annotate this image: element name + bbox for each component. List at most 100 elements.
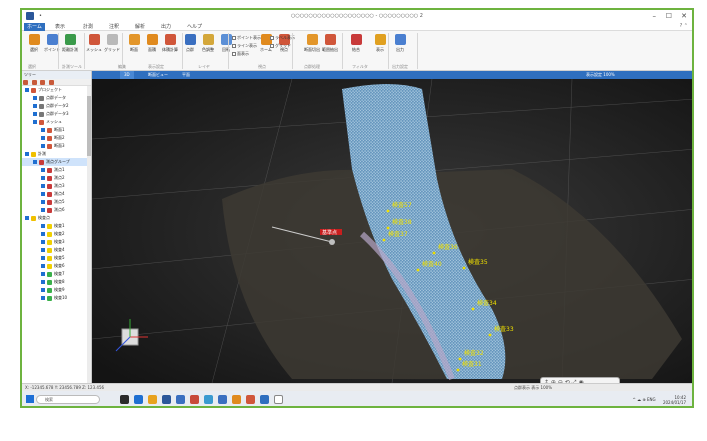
tree-visibility-checkbox[interactable]	[41, 184, 45, 188]
app-taskbar-icon[interactable]	[232, 395, 241, 404]
store-icon[interactable]	[176, 395, 185, 404]
tree-item[interactable]: 検査6	[22, 262, 91, 270]
tree-item[interactable]: 測点6	[22, 206, 91, 214]
inspection-point[interactable]	[432, 251, 436, 255]
cut-button[interactable]: 断面切出	[304, 34, 320, 53]
tree-item[interactable]: 検査10	[22, 294, 91, 302]
tree-visibility-checkbox[interactable]	[25, 216, 29, 220]
inspection-point[interactable]	[416, 268, 420, 272]
tree-item[interactable]: 検査点	[22, 214, 91, 222]
tree-visibility-checkbox[interactable]	[41, 208, 45, 212]
tree-visibility-checkbox[interactable]	[33, 104, 37, 108]
start-button[interactable]	[26, 395, 34, 403]
tree-item[interactable]: 計測	[22, 150, 91, 158]
tree-item[interactable]: 検査2	[22, 230, 91, 238]
app-taskbar-icon[interactable]	[218, 395, 227, 404]
inspection-label[interactable]: 検査37	[388, 230, 408, 238]
close-button[interactable]: ✕	[681, 12, 687, 20]
system-tray[interactable]: ^ ☁ ⊕ ENG 10:42 2024/01/17	[633, 395, 686, 405]
tab-analysis[interactable]: 解析	[132, 23, 148, 31]
tree-visibility-checkbox[interactable]	[41, 264, 45, 268]
tree-item[interactable]: 検査5	[22, 254, 91, 262]
app-taskbar-icon[interactable]	[162, 395, 171, 404]
tree-item[interactable]: 検査4	[22, 246, 91, 254]
app-taskbar-icon[interactable]	[190, 395, 199, 404]
display-checkbox[interactable]: ポイント表示	[232, 35, 261, 41]
inspection-label[interactable]: 検査31	[462, 360, 482, 368]
tree-item[interactable]: 点群データ3	[22, 110, 91, 118]
inspection-point[interactable]	[386, 209, 390, 213]
tab-home[interactable]: ホーム	[24, 23, 45, 31]
tree-visibility-checkbox[interactable]	[41, 168, 45, 172]
inspection-label[interactable]: 検査33	[494, 325, 514, 333]
section-button[interactable]: 断面	[126, 34, 142, 53]
tray-icons[interactable]: ^ ☁ ⊕ ENG	[633, 397, 656, 402]
tree-item[interactable]: 点群データ2	[22, 102, 91, 110]
tree-visibility-checkbox[interactable]	[41, 136, 45, 140]
tree-item[interactable]: 測点1	[22, 166, 91, 174]
tree-visibility-checkbox[interactable]	[41, 128, 45, 132]
minimize-button[interactable]: –	[653, 12, 657, 20]
tree-visibility-checkbox[interactable]	[41, 256, 45, 260]
tree-visibility-checkbox[interactable]	[33, 120, 37, 124]
tab-annotate[interactable]: 注釈	[106, 23, 122, 31]
inspection-point[interactable]	[471, 307, 475, 311]
tree-tool-icon[interactable]	[31, 80, 37, 85]
inspection-point[interactable]	[386, 226, 390, 230]
tree-item[interactable]: 点群データ	[22, 94, 91, 102]
explorer-icon[interactable]	[148, 395, 157, 404]
app-taskbar-icon[interactable]	[274, 395, 283, 404]
edge-icon[interactable]	[134, 395, 143, 404]
grid-button[interactable]: グリッド	[104, 34, 120, 53]
tree-visibility-checkbox[interactable]	[41, 248, 45, 252]
color-button[interactable]: 色調整	[200, 34, 216, 53]
tree-item[interactable]: プロジェクト	[22, 86, 91, 94]
task-view-icon[interactable]	[120, 395, 129, 404]
mesh-button[interactable]: メッシュ	[86, 34, 102, 53]
tab-view[interactable]: 表示	[52, 23, 68, 31]
tree-tool-icon[interactable]	[40, 80, 46, 85]
tree-item[interactable]: 測点4	[22, 190, 91, 198]
volume-button[interactable]: 体積計算	[162, 34, 178, 53]
tree-item[interactable]: メッシュ	[22, 118, 91, 126]
inspection-point[interactable]	[462, 266, 466, 270]
taskbar-search[interactable]: 検索	[36, 395, 100, 404]
tree-visibility-checkbox[interactable]	[41, 280, 45, 284]
tree-item[interactable]: 検査8	[22, 278, 91, 286]
area-button[interactable]: 面積	[144, 34, 160, 53]
tree-visibility-checkbox[interactable]	[33, 112, 37, 116]
inspection-label[interactable]: 検査35	[468, 258, 488, 266]
viewport-toolbar[interactable]: 表示設定 100%	[586, 71, 692, 79]
tree-item[interactable]: 断面3	[22, 142, 91, 150]
tab-output[interactable]: 出力	[158, 23, 174, 31]
clock[interactable]: 10:42 2024/01/17	[663, 395, 686, 405]
select-button[interactable]: 選択	[26, 34, 42, 53]
app-taskbar-icon[interactable]	[260, 395, 269, 404]
inspection-label[interactable]: 検査32	[464, 349, 484, 357]
ribbon-help[interactable]: ? ⌃	[680, 23, 688, 29]
tree-visibility-checkbox[interactable]	[41, 240, 45, 244]
merge-button[interactable]: 結合	[348, 34, 364, 53]
tree-visibility-checkbox[interactable]	[33, 96, 37, 100]
tree-item[interactable]: 測点2	[22, 174, 91, 182]
inspection-label[interactable]: 検査40	[422, 260, 442, 268]
tree-visibility-checkbox[interactable]	[41, 296, 45, 300]
app-taskbar-icon[interactable]	[246, 395, 255, 404]
tree-visibility-checkbox[interactable]	[25, 88, 29, 92]
display-button[interactable]: 表示	[372, 34, 388, 53]
tab-measure[interactable]: 計測	[80, 23, 96, 31]
tree-item[interactable]: 測点3	[22, 182, 91, 190]
inspection-label[interactable]: 検査36	[438, 243, 458, 251]
point-cloud-scene[interactable]: 基準点 検査57 検査38 検査37 検査36 検査40 検査35 検査34 検査33 検査32…	[92, 79, 694, 383]
inspection-point[interactable]	[382, 238, 386, 242]
tree-item[interactable]: 断面2	[22, 134, 91, 142]
tree-visibility-checkbox[interactable]	[41, 232, 45, 236]
export-button[interactable]: 出力	[392, 34, 408, 53]
inspection-label[interactable]: 検査34	[477, 299, 497, 307]
tree-visibility-checkbox[interactable]	[25, 152, 29, 156]
inspection-point[interactable]	[456, 368, 460, 372]
tree-item[interactable]: 測点5	[22, 198, 91, 206]
extract-button[interactable]: 範囲抽出	[322, 34, 338, 53]
scrollbar-thumb[interactable]	[87, 96, 91, 156]
display-checkbox[interactable]: 面表示	[232, 51, 249, 57]
